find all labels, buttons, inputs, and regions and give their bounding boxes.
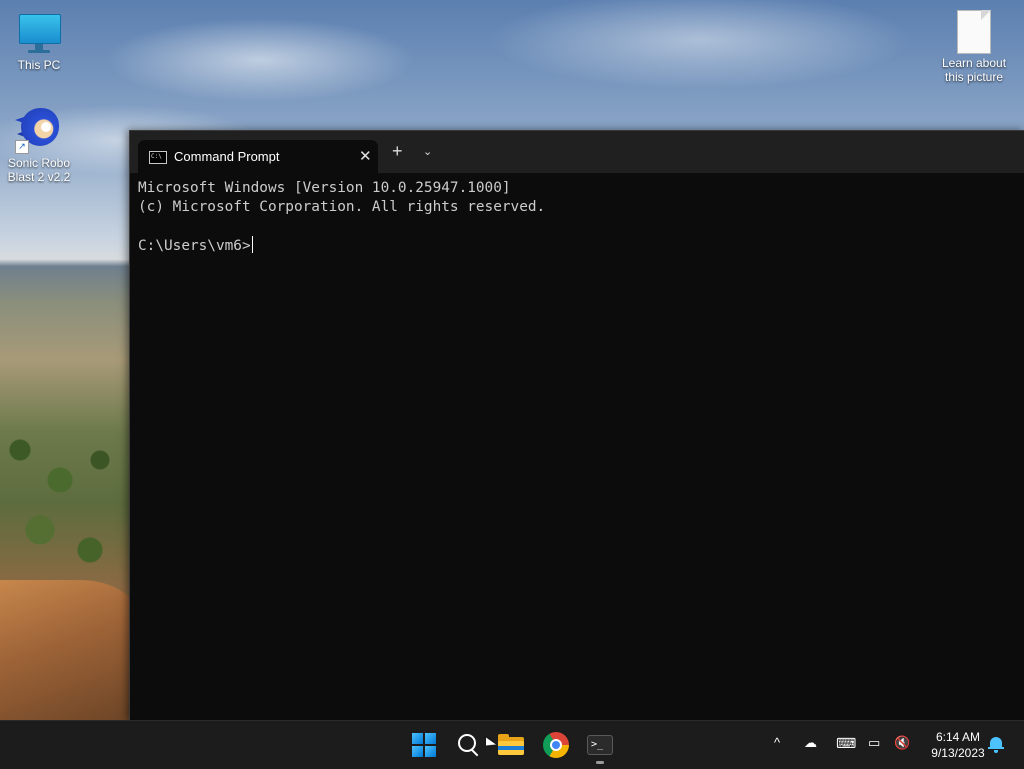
- new-tab-button[interactable]: +: [392, 142, 403, 160]
- volume-muted-icon[interactable]: 🔇: [894, 735, 910, 751]
- windows-logo-icon: [412, 733, 436, 757]
- console-output[interactable]: Microsoft Windows [Version 10.0.25947.10…: [138, 179, 1024, 721]
- monitor-icon: [17, 12, 61, 56]
- start-button[interactable]: [408, 729, 440, 761]
- wallpaper-cliff: [0, 580, 140, 720]
- desktop-icon-label: Learn about this picture: [941, 56, 1007, 84]
- desktop-icon-sonic-robo-blast[interactable]: ↗ Sonic Robo Blast 2 v2.2: [1, 106, 77, 184]
- keyboard-icon[interactable]: ⌨: [836, 735, 856, 752]
- shortcut-arrow-icon: ↗: [15, 140, 29, 154]
- console-line: (c) Microsoft Corporation. All rights re…: [138, 199, 546, 215]
- notification-bell-icon[interactable]: [988, 735, 1004, 753]
- terminal-icon: >_: [587, 735, 613, 755]
- cmd-icon: C:\: [149, 151, 167, 164]
- console-prompt: C:\Users\vm6>: [138, 238, 251, 254]
- desktop-icon-this-pc[interactable]: This PC: [1, 12, 77, 72]
- wallpaper-trees: [0, 420, 140, 590]
- show-hidden-icons-chevron[interactable]: ^: [774, 735, 780, 750]
- network-icon[interactable]: ▭: [868, 735, 880, 751]
- taskbar: >_ ^ ☁ ⌨ ▭ 🔇 6:14 AM 9/13/2023: [0, 720, 1024, 769]
- console-prompt-line: C:\Users\vm6>: [138, 236, 1024, 256]
- sonic-game-icon: ↗: [15, 106, 63, 154]
- clock-date: 9/13/2023: [931, 746, 985, 760]
- document-icon: [957, 10, 991, 54]
- terminal-taskbar-button[interactable]: >_: [584, 729, 616, 764]
- desktop-icon-label: This PC: [17, 58, 61, 72]
- text-cursor: [251, 236, 253, 253]
- clock-time: 6:14 AM: [935, 730, 981, 744]
- taskbar-clock[interactable]: 6:14 AM 9/13/2023: [918, 729, 998, 761]
- chevron-down-icon[interactable]: ⌄: [423, 145, 432, 158]
- onedrive-icon[interactable]: ☁: [804, 735, 817, 751]
- terminal-window[interactable]: C:\ Command Prompt ✕ + ⌄ Microsoft Windo…: [129, 130, 1024, 721]
- tab-title: Command Prompt: [174, 149, 280, 164]
- active-app-indicator: [596, 761, 604, 764]
- console-line: Microsoft Windows [Version 10.0.25947.10…: [138, 180, 511, 196]
- terminal-titlebar[interactable]: C:\ Command Prompt ✕ + ⌄: [130, 131, 1024, 173]
- chrome-button[interactable]: [540, 729, 572, 761]
- file-explorer-button[interactable]: [496, 729, 528, 761]
- close-icon[interactable]: ✕: [359, 147, 372, 165]
- tab-command-prompt[interactable]: C:\ Command Prompt ✕: [138, 140, 378, 173]
- desktop-icon-label: Sonic Robo Blast 2 v2.2: [7, 156, 71, 184]
- desktop-icon-learn-about-picture[interactable]: Learn about this picture: [936, 10, 1012, 84]
- search-button[interactable]: [452, 729, 484, 761]
